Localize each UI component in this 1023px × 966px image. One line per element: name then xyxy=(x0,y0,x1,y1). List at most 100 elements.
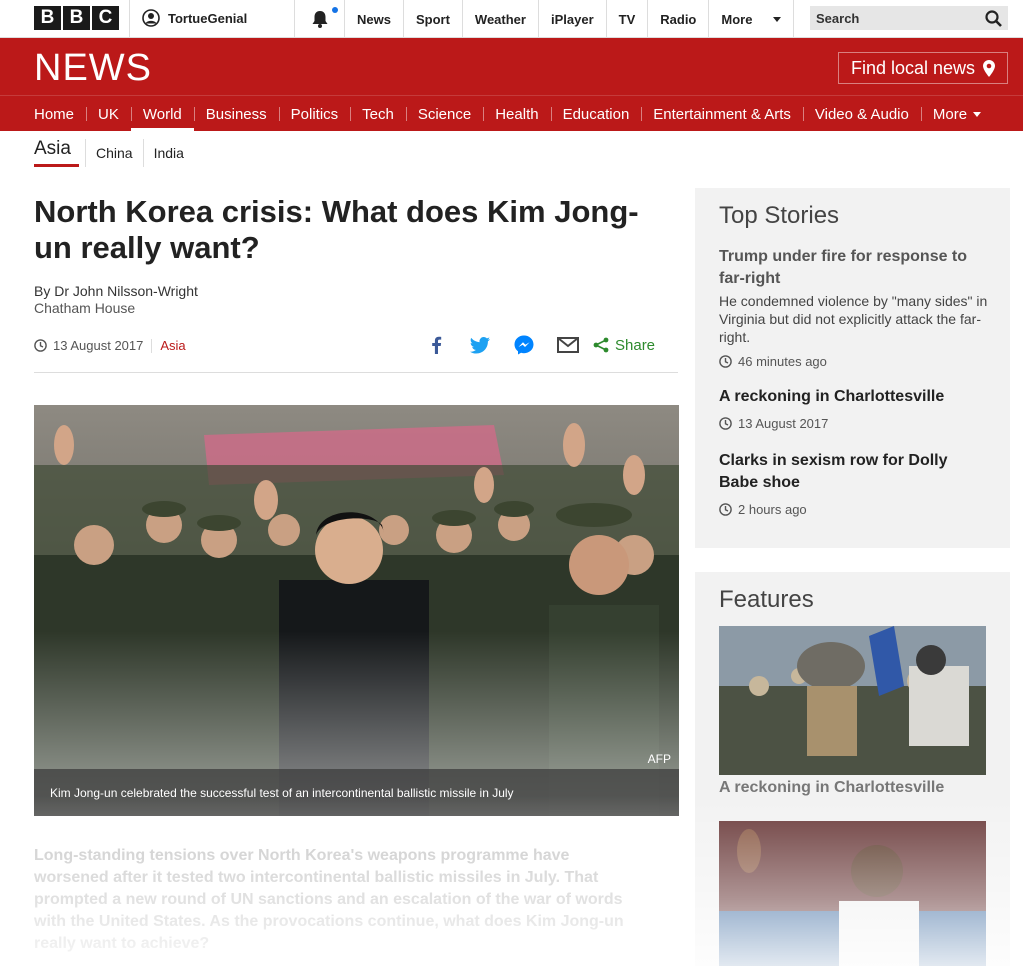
subnav-india[interactable]: India xyxy=(142,139,194,167)
article-byline: By Dr John Nilsson-Wright Chatham House xyxy=(34,283,198,317)
nav-science[interactable]: Science xyxy=(405,96,483,132)
nav-tech[interactable]: Tech xyxy=(350,96,406,132)
share-icon xyxy=(593,337,609,353)
top-story-time-label: 46 minutes ago xyxy=(738,354,827,369)
article-main-image: AFP Kim Jong-un celebrated the successfu… xyxy=(34,405,679,816)
article-date: 13 August 2017 xyxy=(53,338,144,353)
nav-business[interactable]: Business xyxy=(193,96,279,132)
feature-title[interactable]: A reckoning in Charlottesville xyxy=(719,779,944,797)
email-share-button[interactable] xyxy=(557,334,579,356)
nav-more[interactable]: More xyxy=(920,96,993,132)
account-link[interactable]: TortueGenial xyxy=(142,9,247,27)
twitter-icon xyxy=(470,336,490,353)
bbc-logo[interactable]: B B C xyxy=(34,6,119,30)
search-label: Search xyxy=(816,10,860,26)
nav-more-label: More xyxy=(932,105,968,123)
top-story-time-label: 2 hours ago xyxy=(738,502,807,517)
nav-uk[interactable]: UK xyxy=(86,96,131,132)
clock-icon xyxy=(34,339,47,352)
top-story-summary: He condemned violence by "many sides" in… xyxy=(719,293,988,345)
top-story-title[interactable]: Clarks in sexism row for Dolly Babe shoe xyxy=(719,450,989,494)
twitter-share-button[interactable] xyxy=(469,334,491,356)
bbc-global-nav: News Sport Weather iPlayer TV Radio More xyxy=(344,0,795,38)
top-story-item[interactable]: A reckoning in Charlottesville 13 August… xyxy=(719,386,989,431)
share-button[interactable]: Share xyxy=(593,337,655,354)
user-icon xyxy=(142,9,160,27)
top-story-title[interactable]: A reckoning in Charlottesville xyxy=(719,386,989,408)
subnav-china[interactable]: China xyxy=(84,139,143,167)
top-story-time: 13 August 2017 xyxy=(719,416,989,431)
facebook-icon xyxy=(431,336,441,354)
find-local-news-label: Find local news xyxy=(850,57,976,78)
global-nav-news[interactable]: News xyxy=(344,0,403,38)
news-logo[interactable]: NEWS xyxy=(34,49,152,87)
clock-icon xyxy=(719,503,732,516)
feature-image[interactable] xyxy=(719,626,986,775)
nav-education[interactable]: Education xyxy=(550,96,642,132)
email-icon xyxy=(557,337,579,353)
global-nav-iplayer[interactable]: iPlayer xyxy=(537,0,606,38)
features-heading: Features xyxy=(719,586,814,613)
notification-dot xyxy=(332,7,338,13)
account-name: TortueGenial xyxy=(168,10,248,26)
global-nav-sport[interactable]: Sport xyxy=(402,0,462,38)
notifications-bell-icon[interactable] xyxy=(309,8,331,30)
secondary-nav: Asia China India xyxy=(34,131,194,167)
author-name: By Dr John Nilsson-Wright xyxy=(34,283,198,299)
bbc-global-bar: B B C TortueGenial News Sport Weather iP… xyxy=(0,0,1023,38)
global-nav-radio[interactable]: Radio xyxy=(647,0,708,38)
facebook-share-button[interactable] xyxy=(425,334,447,356)
feature-image[interactable] xyxy=(719,821,986,966)
divider xyxy=(129,0,130,38)
find-local-news-button[interactable]: Find local news xyxy=(838,52,1008,84)
nav-entertainment-arts[interactable]: Entertainment & Arts xyxy=(641,96,803,132)
share-label: Share xyxy=(615,336,656,354)
nav-world[interactable]: World xyxy=(130,96,194,132)
divider xyxy=(151,338,153,353)
divider xyxy=(34,372,678,373)
nav-politics[interactable]: Politics xyxy=(278,96,351,132)
top-story-time: 2 hours ago xyxy=(719,502,989,517)
image-caption: Kim Jong-un celebrated the successful te… xyxy=(34,769,679,816)
nav-video-audio[interactable]: Video & Audio xyxy=(802,96,921,132)
top-story-time: 46 minutes ago xyxy=(719,354,989,369)
image-credit: AFP xyxy=(647,752,671,766)
bbc-logo-letter-b2: B xyxy=(63,6,90,30)
global-nav-more[interactable]: More xyxy=(708,0,795,38)
article-meta: 13 August 2017 Asia xyxy=(34,338,186,353)
share-tools: Share xyxy=(425,334,655,356)
clock-icon xyxy=(719,355,732,368)
top-stories-heading: Top Stories xyxy=(719,202,840,229)
caret-down-icon xyxy=(773,16,782,22)
author-organisation: Chatham House xyxy=(34,300,136,316)
news-nav: Home UK World Business Politics Tech Sci… xyxy=(0,95,1023,132)
features-panel: Features A reckoning in Charlottesville xyxy=(695,572,1010,966)
global-nav-weather[interactable]: Weather xyxy=(461,0,538,38)
bbc-logo-letter-b1: B xyxy=(34,6,61,30)
article-headline: North Korea crisis: What does Kim Jong-u… xyxy=(34,194,639,265)
athlete-photo-illustration xyxy=(719,821,986,966)
top-story-item[interactable]: Clarks in sexism row for Dolly Babe shoe… xyxy=(719,450,989,517)
messenger-icon xyxy=(514,335,534,355)
bbc-logo-letter-c: C xyxy=(92,6,119,30)
global-nav-tv[interactable]: TV xyxy=(605,0,648,38)
news-header: NEWS Find local news xyxy=(0,38,1023,95)
article-topic-link[interactable]: Asia xyxy=(160,338,185,353)
top-story-title[interactable]: Trump under fire for response to far-rig… xyxy=(719,246,989,290)
divider xyxy=(294,0,295,38)
search-icon[interactable] xyxy=(985,9,1002,27)
subnav-asia[interactable]: Asia xyxy=(34,134,79,167)
nav-home[interactable]: Home xyxy=(22,96,86,132)
nav-health[interactable]: Health xyxy=(483,96,550,132)
global-nav-more-label: More xyxy=(721,11,753,27)
clock-icon xyxy=(719,417,732,430)
top-stories-panel: Top Stories Trump under fire for respons… xyxy=(695,188,1010,548)
location-pin-icon xyxy=(983,59,996,77)
top-story-item[interactable]: Trump under fire for response to far-rig… xyxy=(719,246,989,369)
soldiers-photo-illustration xyxy=(34,405,679,816)
messenger-share-button[interactable] xyxy=(513,334,535,356)
top-story-time-label: 13 August 2017 xyxy=(738,416,829,431)
charlottesville-photo-illustration xyxy=(719,626,986,775)
search-input[interactable]: Search xyxy=(810,6,1008,30)
caret-down-icon xyxy=(973,111,982,117)
